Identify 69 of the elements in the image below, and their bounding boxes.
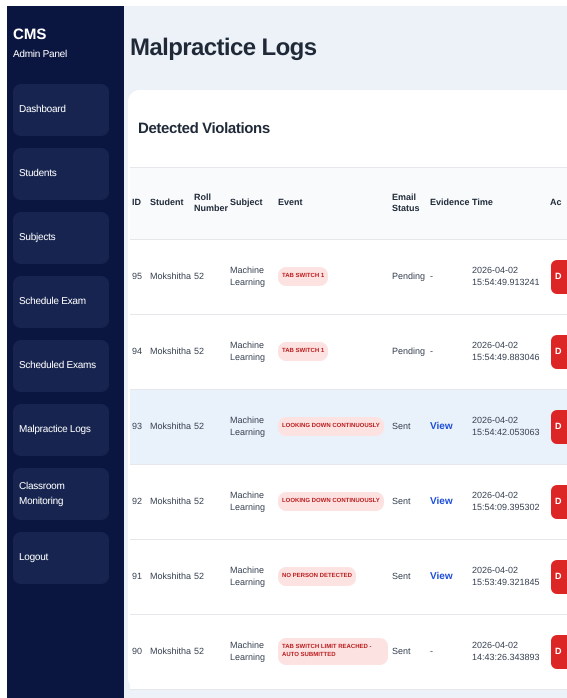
table-cell: Mokshitha <box>148 539 192 614</box>
table-cell: Mokshitha <box>148 389 192 464</box>
table-cell: Sent <box>390 389 428 464</box>
table-cell: 52 <box>192 539 228 614</box>
view-link[interactable]: View <box>430 421 453 432</box>
table-cell: 2026-04-02 15:53:49.321845 <box>470 539 548 614</box>
delete-button[interactable]: D <box>551 484 567 518</box>
table-cell: 2026-04-02 15:54:49.883046 <box>470 314 548 389</box>
sidebar-item[interactable]: Students <box>13 148 109 200</box>
table-cell: Machine Learning <box>228 614 276 689</box>
sidebar-item[interactable]: Classroom Monitoring <box>13 468 109 520</box>
table-cell: 95 <box>130 239 148 314</box>
column-header: Subject <box>228 167 276 239</box>
table-cell: Pending <box>390 314 428 389</box>
column-header: Student <box>148 167 192 239</box>
table-cell: 90 <box>130 614 148 689</box>
column-header: Time <box>470 167 548 239</box>
table-cell: - <box>430 270 433 281</box>
card-title: Detected Violations <box>137 119 271 139</box>
delete-button[interactable]: D <box>551 334 567 368</box>
sidebar-item[interactable]: Dashboard <box>13 84 109 136</box>
column-header: ID <box>130 167 148 239</box>
table-cell: Machine Learning <box>228 389 276 464</box>
table-cell: Mokshitha <box>148 239 192 314</box>
table-cell: - <box>430 646 433 656</box>
table-cell: 2026-04-02 15:54:49.913241 <box>470 239 548 314</box>
sidebar-item[interactable]: Scheduled Exams <box>13 340 109 392</box>
delete-button[interactable]: D <box>551 410 567 444</box>
view-link[interactable]: View <box>430 571 453 582</box>
view-link[interactable]: View <box>430 496 453 507</box>
column-header: Event <box>276 167 390 239</box>
table-cell: Sent <box>390 614 428 689</box>
brand-subtitle: Admin Panel <box>13 48 68 62</box>
sidebar-item[interactable]: Logout <box>13 532 109 584</box>
delete-button[interactable]: D <box>551 560 567 594</box>
table-cell: 2026-04-02 15:54:42.053063 <box>470 389 548 464</box>
table-cell: 52 <box>192 314 228 389</box>
table-cell: 52 <box>192 389 228 464</box>
table-cell: 92 <box>130 464 148 539</box>
table-cell: Machine Learning <box>228 239 276 314</box>
table-cell: Machine Learning <box>228 464 276 539</box>
table-cell: 94 <box>130 314 148 389</box>
brand-title: CMS <box>13 26 48 45</box>
table-cell: 52 <box>192 464 228 539</box>
table-cell: Mokshitha <box>148 314 192 389</box>
table-cell: 52 <box>192 614 228 689</box>
table-cell: Mokshitha <box>148 614 192 689</box>
table-cell: 93 <box>130 389 148 464</box>
sidebar-item[interactable]: Schedule Exam <box>13 276 109 328</box>
column-header: Evidence <box>428 167 470 239</box>
delete-button[interactable]: D <box>551 260 567 294</box>
table-cell: - <box>430 346 433 356</box>
table-cell: Machine Learning <box>228 314 276 389</box>
table-cell: Machine Learning <box>228 539 276 614</box>
table-cell: Mokshitha <box>148 464 192 539</box>
column-header: Email Status <box>390 167 428 239</box>
sidebar-item[interactable]: Subjects <box>13 212 109 264</box>
table-cell: Sent <box>390 539 428 614</box>
table-cell: Sent <box>390 464 428 539</box>
table-cell: 2026-04-02 15:54:09.395302 <box>470 464 548 539</box>
page-title: Malpractice Logs <box>130 36 318 60</box>
table-cell: Pending <box>390 239 428 314</box>
table-cell: 2026-04-02 14:43:26.343893 <box>470 614 548 689</box>
table-cell: 52 <box>192 239 228 314</box>
column-header: Ac <box>548 167 567 239</box>
sidebar-item[interactable]: Malpractice Logs <box>13 404 109 456</box>
delete-button[interactable]: D <box>551 634 567 668</box>
column-header: Roll Number <box>192 167 228 239</box>
table-cell: 91 <box>130 539 148 614</box>
